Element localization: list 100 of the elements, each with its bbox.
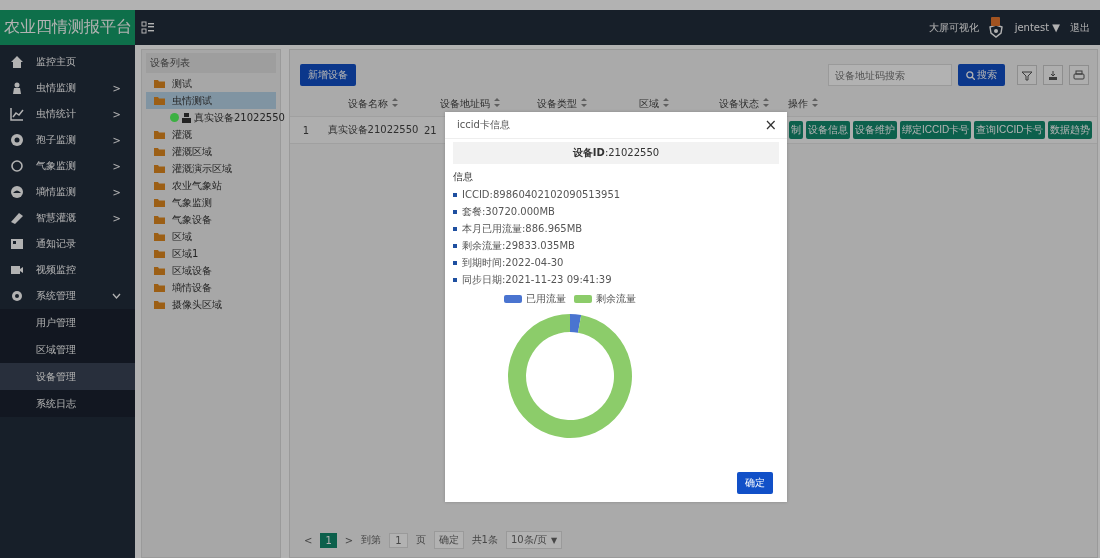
tree-leaf[interactable]: 真实设备21022550 [194, 110, 285, 125]
action-button[interactable]: 设备维护 [853, 121, 897, 139]
table-cell: 真实设备21022550 [322, 116, 424, 144]
legend-label: 已用流量 [526, 292, 566, 306]
ok-button[interactable]: 确定 [737, 472, 773, 494]
tree-node[interactable]: 灌溉区域 [146, 143, 276, 160]
tree-node[interactable]: 区域1 [146, 245, 276, 262]
page-input[interactable]: 1 [389, 532, 408, 548]
badge-icon [990, 17, 1000, 26]
nav-item[interactable]: 通知记录 [0, 231, 135, 257]
info-line: ICCID:89860402102090513951 [462, 189, 621, 200]
device-id-bar: 设备ID:21022550 [453, 142, 779, 164]
nav-subitem[interactable]: 设备管理 [0, 363, 135, 390]
tree-node[interactable]: 灌溉 [146, 126, 276, 143]
device-icon [182, 112, 191, 123]
tree-node[interactable]: 摄像头区域 [146, 296, 276, 313]
tree-node[interactable]: 墒情设备 [146, 279, 276, 296]
print-button[interactable] [1069, 65, 1089, 85]
action-button[interactable]: 数据趋势 [1048, 121, 1093, 139]
folder-icon [154, 130, 165, 139]
dot-icon [10, 133, 24, 147]
legend-swatch [574, 295, 592, 303]
tree-node[interactable]: 区域 [146, 228, 276, 245]
nav-item[interactable]: 监控主页 [0, 49, 135, 75]
big-screen-link[interactable]: 大屏可视化 [928, 20, 979, 35]
legend-swatch [504, 295, 522, 303]
nav-item[interactable]: 智慧灌溉 > [0, 205, 135, 231]
sort-icon [494, 98, 500, 107]
nav-item[interactable]: 孢子监测 > [0, 127, 135, 153]
app-logo: 农业四情测报平台 [0, 10, 135, 45]
print-icon [1073, 69, 1085, 81]
search-button[interactable]: 搜索 [958, 64, 1005, 86]
tree-node[interactable]: 虫情测试 [146, 92, 276, 109]
tree-node[interactable]: 气象设备 [146, 211, 276, 228]
tree-node[interactable]: 气象监测 [146, 194, 276, 211]
folder-icon [154, 249, 165, 258]
sort-icon [581, 98, 587, 107]
folder-icon [154, 147, 165, 156]
folder-icon [154, 164, 165, 173]
close-button[interactable]: × [764, 117, 777, 133]
tree-node[interactable]: 测试 [146, 75, 276, 92]
tree-node[interactable]: 灌溉演示区域 [146, 160, 276, 177]
nav-item[interactable]: 系统管理 [0, 283, 135, 309]
person-icon [10, 81, 24, 95]
bullet-icon [453, 209, 457, 214]
nav-subitem[interactable]: 区域管理 [0, 336, 135, 363]
bullet-icon [453, 226, 457, 231]
info-line: 同步日期:2021-11-23 09:41:39 [462, 272, 612, 287]
shield-button[interactable] [988, 17, 1003, 38]
info-line: 本月已用流量:886.965MB [462, 221, 583, 236]
nav-item[interactable]: 墒情监测 > [0, 179, 135, 205]
search-field[interactable]: 设备地址码搜索 [828, 64, 952, 86]
pager-label: 页 [415, 533, 426, 547]
export-button[interactable] [1043, 65, 1063, 85]
pager-total: 共1条 [471, 533, 498, 547]
nav-item[interactable]: 虫情监测 > [0, 75, 135, 101]
logout-link[interactable]: 退出 [1070, 20, 1090, 35]
tree-node[interactable]: 农业气象站 [146, 177, 276, 194]
dialog-title: iccid卡信息 [457, 118, 510, 132]
user-menu[interactable]: jentest ▼ [1014, 22, 1060, 33]
info-line: 套餐:30720.000MB [462, 204, 555, 219]
chart-icon [10, 107, 24, 121]
export-icon [1047, 69, 1059, 81]
nav-subitem[interactable]: 系统日志 [0, 390, 135, 417]
bullet-icon [453, 192, 457, 197]
folder-icon [154, 96, 165, 105]
dot-icon [10, 185, 24, 199]
go-button[interactable]: 确定 [433, 531, 464, 549]
nav-item[interactable]: 气象监测 > [0, 153, 135, 179]
action-button[interactable]: 绑定ICCID卡号 [900, 121, 972, 139]
nav-subitem[interactable]: 用户管理 [0, 309, 135, 336]
info-line: 到期时间:2022-04-30 [462, 255, 564, 270]
action-button[interactable]: 设备信息 [806, 121, 850, 139]
info-line: 剩余流量:29833.035MB [462, 238, 575, 253]
folder-icon [154, 232, 165, 241]
panel-title: 设备列表 [146, 53, 276, 73]
menu-icon[interactable] [141, 20, 155, 35]
folder-icon [154, 283, 165, 292]
folder-icon [154, 300, 165, 309]
next-page-button[interactable]: > [344, 534, 354, 546]
tree-node[interactable]: 区域设备 [146, 262, 276, 279]
action-button[interactable]: 查询ICCID卡号 [974, 121, 1046, 139]
pager-label: 到第 [361, 533, 382, 547]
camera-icon [10, 263, 24, 277]
add-device-button[interactable]: 新增设备 [300, 64, 356, 86]
folder-icon [154, 198, 165, 207]
folder-icon [154, 215, 165, 224]
folder-icon [154, 266, 165, 275]
page-size-select[interactable]: 10条/页 ▼ [505, 531, 563, 549]
sort-icon [812, 98, 818, 107]
action-button[interactable]: 制 [789, 121, 803, 139]
nav-item[interactable]: 虫情统计 > [0, 101, 135, 127]
sort-icon [663, 98, 669, 107]
chevron-icon [112, 293, 121, 299]
page-button[interactable]: 1 [320, 532, 337, 548]
filter-button[interactable] [1017, 65, 1037, 85]
prev-page-button[interactable]: < [304, 534, 313, 546]
nav-item[interactable]: 视频监控 [0, 257, 135, 283]
sort-icon [762, 98, 769, 107]
bullet-icon [453, 243, 457, 248]
